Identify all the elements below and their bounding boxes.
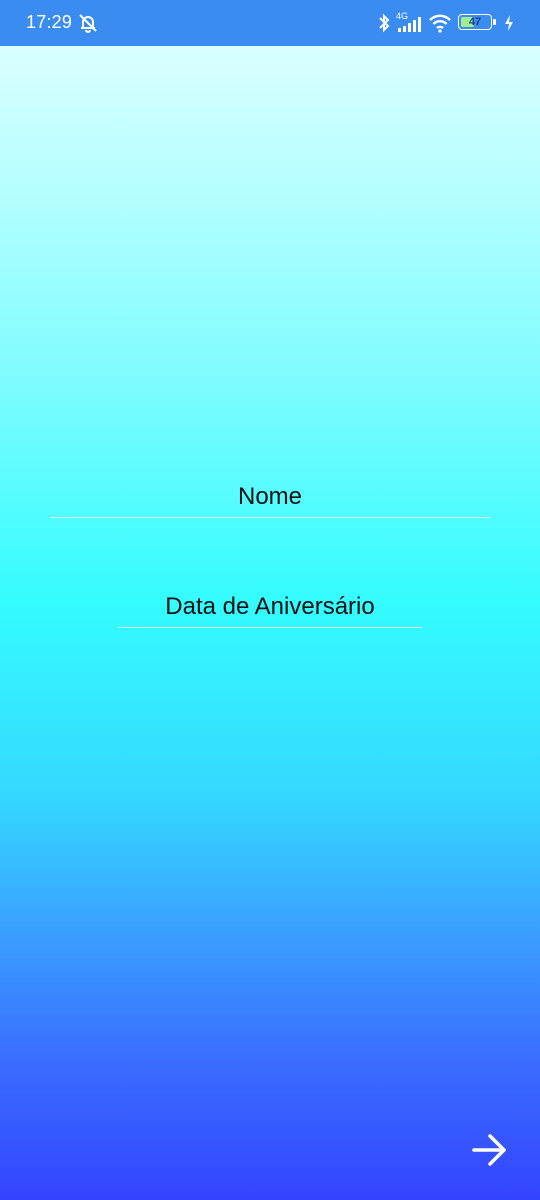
bluetooth-icon [378,13,390,33]
charging-icon [504,14,514,32]
birthday-field[interactable]: Data de Aniversário [118,590,422,628]
name-field-placeholder: Nome [237,483,303,510]
battery-percent: 47 [468,16,482,28]
status-icons: 4G 47 [378,11,514,34]
status-bar: 17:29 4G 47 [0,0,540,46]
alarm-off-icon [76,12,100,34]
birthday-field-placeholder: Data de Aniversário [165,593,375,620]
wifi-icon [428,13,452,33]
next-button[interactable] [464,1124,516,1176]
name-field[interactable]: Nome [50,480,490,518]
battery-icon: 47 [458,14,498,32]
status-time: 17:29 [26,12,73,32]
signal-icon: 4G [396,11,422,33]
arrow-right-icon [472,1134,506,1166]
